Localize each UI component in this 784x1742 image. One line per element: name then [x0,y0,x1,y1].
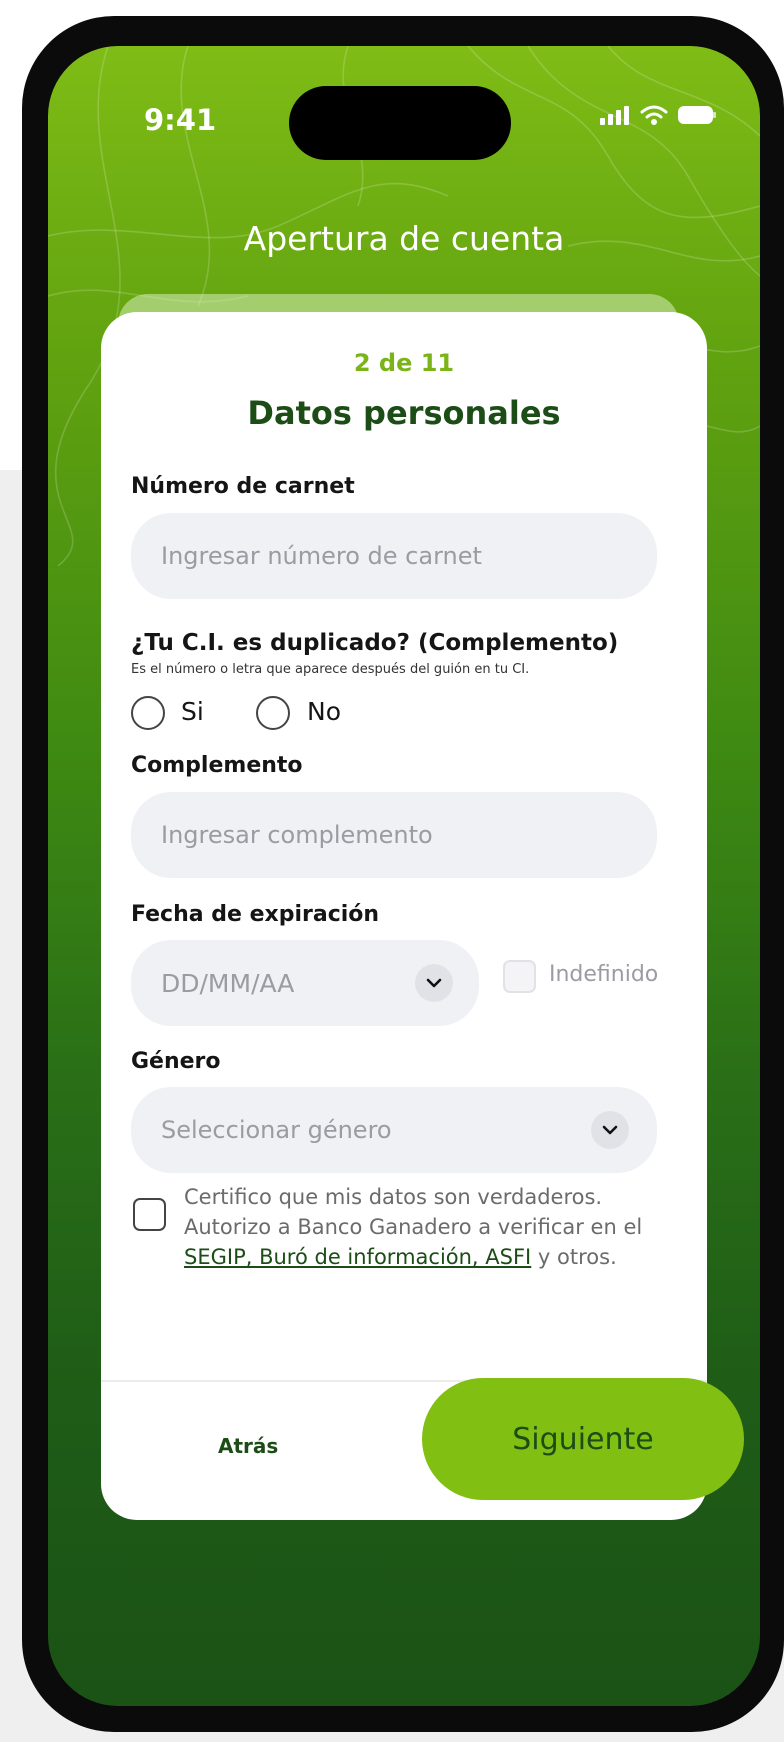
radio-si[interactable] [131,696,165,730]
indefinido-label[interactable]: Indefinido [549,962,658,987]
next-button[interactable]: Siguiente [422,1378,744,1500]
phone-frame: 9:41 Apertura de cuenta 2 de 11 Datos pe… [22,16,784,1732]
phone-screen: 9:41 Apertura de cuenta 2 de 11 Datos pe… [48,46,760,1706]
genero-label: Género [131,1049,221,1074]
back-button[interactable]: Atrás [218,1434,278,1458]
certify-text-part1: Certifico que mis datos son verdaderos. … [184,1185,643,1239]
certify-text-part2: y otros. [531,1245,617,1269]
form-title: Datos personales [247,394,561,432]
dynamic-island [289,86,511,160]
duplicado-label: ¿Tu C.I. es duplicado? (Complemento) [131,630,619,656]
wifi-icon [640,104,668,130]
complemento-placeholder: Ingresar complemento [161,821,433,849]
genero-placeholder: Seleccionar género [161,1116,392,1144]
carnet-placeholder: Ingresar número de carnet [161,542,482,570]
fecha-placeholder: DD/MM/AA [161,968,295,998]
radio-si-label[interactable]: Si [181,697,204,726]
signal-icon [600,105,630,129]
step-indicator: 2 de 11 [353,349,455,377]
chevron-down-icon[interactable] [415,964,453,1002]
form-card: 2 de 11 Datos personales Número de carne… [101,312,707,1520]
status-time: 9:41 [144,103,217,137]
certify-link[interactable]: SEGIP, Buró de información, ASFI [184,1245,531,1269]
page-title: Apertura de cuenta [243,219,565,258]
chevron-down-icon[interactable] [591,1111,629,1149]
genero-select[interactable]: Seleccionar género [131,1087,657,1173]
duplicado-help: Es el número o letra que aparece después… [131,662,530,677]
radio-no[interactable] [256,696,290,730]
certify-text: Certifico que mis datos son verdaderos. … [184,1182,684,1272]
carnet-input[interactable]: Ingresar número de carnet [131,513,657,599]
complemento-input[interactable]: Ingresar complemento [131,792,657,878]
complemento-label: Complemento [131,753,303,778]
carnet-label: Número de carnet [131,474,355,499]
status-icons [600,104,718,130]
certify-checkbox[interactable] [133,1198,166,1231]
fecha-expiracion-select[interactable]: DD/MM/AA [131,940,479,1026]
radio-no-label[interactable]: No [307,697,341,726]
expiracion-label: Fecha de expiración [131,902,380,927]
indefinido-checkbox[interactable] [503,960,536,993]
battery-icon [678,105,718,129]
